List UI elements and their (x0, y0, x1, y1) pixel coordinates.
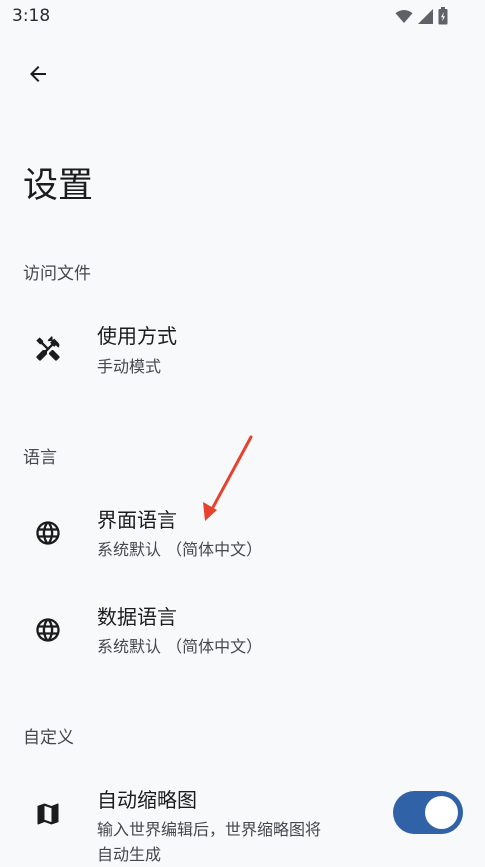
pref-title: 界面语言 (97, 508, 177, 532)
tools-icon (34, 335, 62, 363)
back-button[interactable] (14, 52, 62, 100)
pref-interface-language[interactable]: 界面语言 系统默认 （简体中文） (0, 498, 485, 574)
status-time: 3:18 (12, 6, 51, 26)
section-header-customize: 自定义 (23, 728, 74, 748)
pref-data-language[interactable]: 数据语言 系统默认 （简体中文） (0, 595, 485, 671)
auto-thumbnail-toggle[interactable] (393, 791, 463, 834)
map-icon (34, 800, 62, 828)
status-bar: 3:18 (0, 0, 485, 34)
status-icons (395, 7, 448, 29)
arrow-back-icon (26, 62, 50, 90)
section-header-language: 语言 (23, 448, 57, 468)
pref-summary-line2: 自动生成 (97, 845, 162, 864)
globe-icon (34, 616, 62, 644)
wifi-icon (395, 9, 413, 28)
pref-summary-line1: 输入世界编辑后，世界缩略图将 (97, 820, 322, 839)
pref-title: 数据语言 (97, 605, 177, 629)
pref-summary: 系统默认 （简体中文） (97, 540, 263, 559)
pref-title: 使用方式 (97, 324, 177, 348)
section-header-access-files: 访问文件 (23, 264, 91, 284)
pref-summary: 系统默认 （简体中文） (97, 637, 263, 656)
pref-usage-mode[interactable]: 使用方式 手动模式 (0, 314, 485, 390)
pref-summary: 手动模式 (97, 357, 162, 376)
pref-title: 自动缩略图 (97, 788, 197, 812)
toggle-thumb (425, 796, 458, 829)
globe-icon (34, 519, 62, 547)
page-title: 设置 (23, 166, 94, 206)
signal-icon (417, 8, 434, 29)
battery-icon (438, 7, 448, 29)
